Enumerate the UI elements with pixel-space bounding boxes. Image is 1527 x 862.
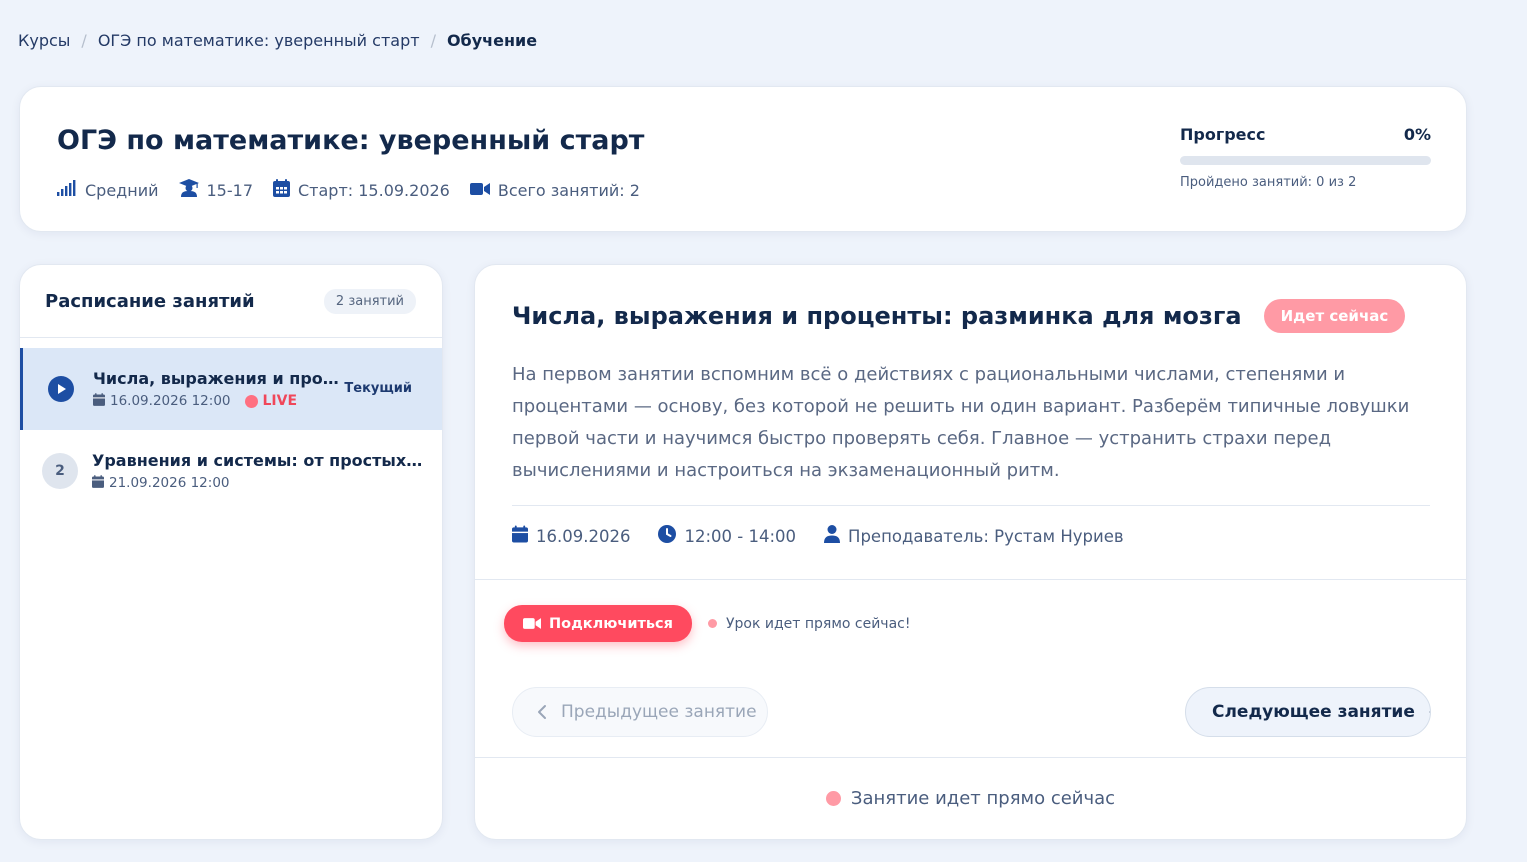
lesson-title: Числа, выражения и проц...	[93, 368, 343, 388]
course-title: ОГЭ по математике: уверенный старт	[57, 125, 645, 156]
progress-completed: Пройдено занятий: 0 из 2	[1180, 175, 1357, 190]
divider	[475, 757, 1466, 758]
course-start: Старт: 15.09.2026	[273, 179, 450, 201]
join-button[interactable]: Подключиться	[504, 605, 692, 642]
graduate-icon	[178, 179, 207, 201]
lesson-detail-title: Числа, выражения и проценты: разминка дл…	[512, 302, 1242, 330]
schedule-panel: Расписание занятий 2 занятий Числа, выра…	[19, 264, 443, 840]
course-age: 15-17	[178, 179, 254, 201]
progress-bar	[1180, 156, 1431, 165]
join-note: Урок идет прямо сейчас!	[707, 615, 911, 632]
calendar-icon	[512, 525, 536, 547]
breadcrumb-current: Обучение	[446, 31, 538, 50]
calendar-icon	[93, 392, 110, 410]
course-age-text: 15-17	[206, 180, 254, 200]
current-lesson-tag: Текущий	[344, 381, 412, 396]
live-dot-icon	[244, 394, 258, 408]
chevron-left-icon	[538, 705, 546, 719]
lesson-date-text: 16.09.2026	[536, 526, 631, 546]
lesson-time-text: 12:00 - 14:00	[684, 526, 797, 546]
course-level: Средний	[57, 180, 159, 200]
course-start-text: Старт: 15.09.2026	[298, 180, 450, 200]
next-lesson-button[interactable]: Следующее занятие	[1185, 687, 1431, 737]
calendar-icon	[92, 474, 109, 492]
status-badge: Идет сейчас	[1263, 299, 1406, 333]
previous-lesson-label: Предыдущее занятие	[561, 702, 757, 722]
progress-percent: 0%	[1403, 125, 1431, 144]
divider	[512, 505, 1430, 506]
next-lesson-label: Следующее занятие	[1212, 702, 1415, 722]
live-dot-icon	[825, 791, 841, 806]
footer-status-text: Занятие идет прямо сейчас	[850, 788, 1116, 809]
footer-status: Занятие идет прямо сейчас	[475, 788, 1466, 809]
user-icon	[824, 525, 848, 547]
lesson-teacher-text: Преподаватель: Рустам Нуриев	[848, 526, 1124, 546]
clock-icon	[658, 525, 684, 547]
join-button-label: Подключиться	[549, 615, 673, 632]
lesson-teacher: Преподаватель: Рустам Нуриев	[824, 525, 1124, 547]
lesson-time: 12:00 - 14:00	[658, 525, 796, 547]
join-note-text: Урок идет прямо сейчас!	[725, 615, 911, 632]
video-camera-icon	[469, 181, 498, 200]
lesson-title: Уравнения и системы: от простых к те...	[92, 450, 424, 470]
schedule-title: Расписание занятий	[45, 290, 255, 312]
play-icon	[48, 376, 74, 402]
previous-lesson-button[interactable]: Предыдущее занятие	[512, 687, 768, 737]
lesson-datetime: 21.09.2026 12:00	[109, 475, 230, 491]
live-dot-icon	[707, 619, 717, 628]
lesson-detail-panel: Числа, выражения и проценты: разминка дл…	[474, 264, 1467, 840]
breadcrumb: Курсы / ОГЭ по математике: уверенный ста…	[18, 31, 537, 50]
schedule-header: Расписание занятий 2 занятий	[20, 265, 442, 338]
breadcrumb-link-course[interactable]: ОГЭ по математике: уверенный старт	[98, 31, 420, 50]
divider	[475, 579, 1466, 580]
live-badge: LIVE	[244, 393, 298, 409]
course-header-card: ОГЭ по математике: уверенный старт Средн…	[19, 86, 1467, 232]
course-meta: Средний 15-17 Старт: 15.09.2026 Всего за…	[57, 179, 660, 201]
progress-label: Прогресс	[1180, 125, 1266, 144]
calendar-icon	[273, 179, 298, 201]
lesson-item-2[interactable]: 2 Уравнения и системы: от простых к те..…	[20, 430, 442, 512]
lesson-count-badge: 2 занятий	[323, 288, 416, 314]
live-label: LIVE	[262, 393, 298, 409]
lesson-detail-meta: 16.09.2026 12:00 - 14:00 Преподаватель: …	[512, 525, 1152, 547]
lesson-list: Числа, выражения и проц... 16.09.2026 12…	[20, 348, 442, 512]
progress-panel: Прогресс 0% Пройдено занятий: 0 из 2	[1180, 125, 1431, 190]
chevron-right-icon	[1428, 711, 1430, 713]
course-level-text: Средний	[85, 180, 159, 200]
lesson-date: 16.09.2026	[512, 525, 630, 547]
video-camera-icon	[523, 618, 541, 629]
breadcrumb-separator: /	[430, 31, 436, 50]
lesson-description: На первом занятии вспомним всё о действи…	[512, 364, 1410, 481]
breadcrumb-link-courses[interactable]: Курсы	[18, 31, 70, 50]
course-total-lessons: Всего занятий: 2	[469, 180, 640, 200]
lesson-datetime: 16.09.2026 12:00	[110, 393, 231, 409]
lesson-number: 2	[42, 453, 78, 489]
course-total-lessons-text: Всего занятий: 2	[497, 180, 640, 200]
breadcrumb-separator: /	[81, 31, 87, 50]
lesson-item-1[interactable]: Числа, выражения и проц... 16.09.2026 12…	[20, 348, 442, 430]
signal-bars-icon	[57, 180, 85, 200]
